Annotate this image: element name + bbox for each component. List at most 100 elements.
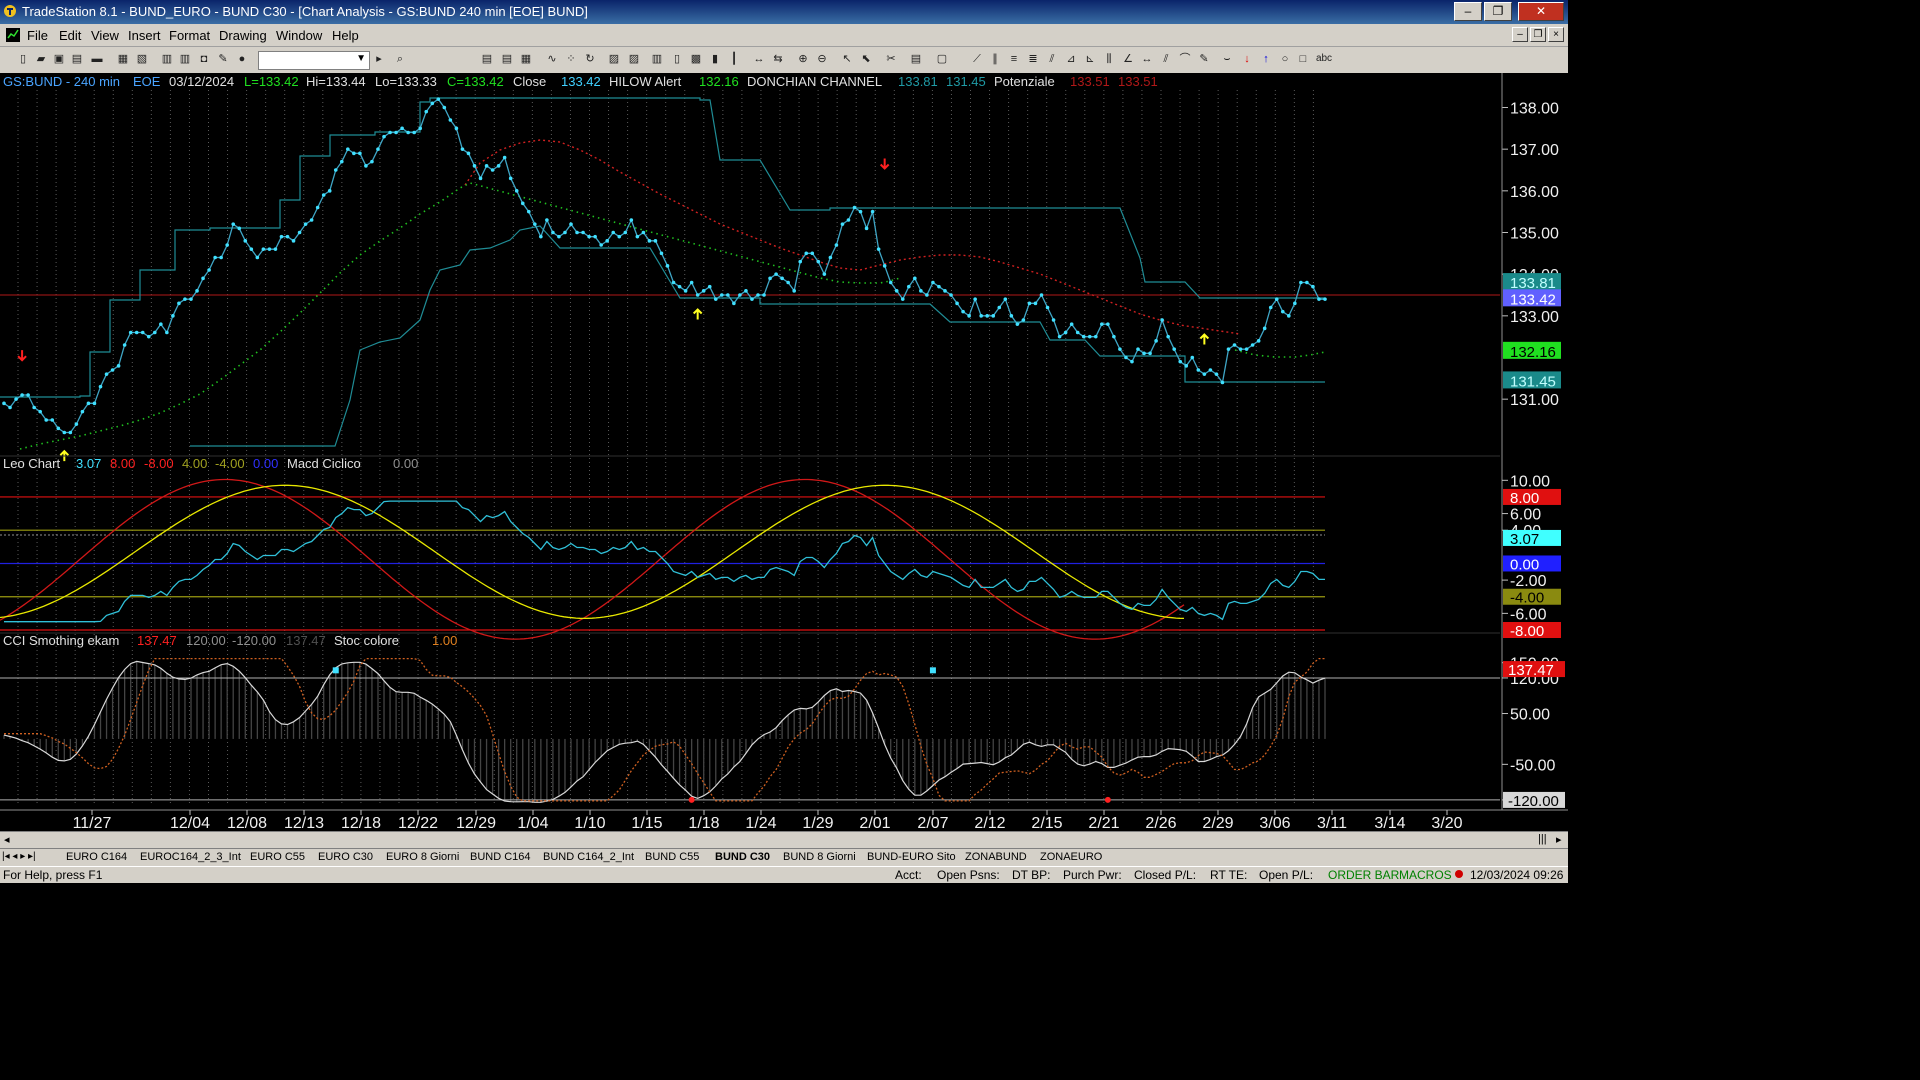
menu-edit[interactable]: Edit	[59, 28, 81, 43]
menu-help[interactable]: Help	[332, 28, 359, 43]
x-tick-label: 1/24	[745, 815, 776, 831]
scroll-right-icon[interactable]: ▸	[1556, 833, 1562, 846]
insert-indicator-icon[interactable]: ▨	[607, 52, 621, 66]
tab-bund-c55[interactable]: BUND C55	[645, 851, 699, 863]
status-open-pl: Open P/L:	[1259, 868, 1314, 882]
close-button[interactable]: ✕	[1518, 2, 1564, 21]
tab-euro-c55[interactable]: EURO C55	[250, 851, 305, 863]
status-order-bar[interactable]: ORDER BAR	[1328, 868, 1399, 882]
channel-icon[interactable]: ⫽	[1045, 52, 1059, 66]
chart-style-icon[interactable]: ▤	[480, 52, 494, 66]
angle-icon[interactable]: ∠	[1121, 52, 1135, 66]
menu-view[interactable]: View	[91, 28, 119, 43]
gann-icon[interactable]: ⊿	[1064, 52, 1078, 66]
close-point	[68, 430, 73, 435]
green-chart-icon[interactable]: ▩	[689, 52, 703, 66]
pen-icon[interactable]: ✎	[1197, 52, 1211, 66]
leo-value-2: 8.00	[110, 456, 135, 471]
open-icon[interactable]: ▰	[34, 52, 48, 66]
insert-strategy-icon[interactable]: ▨	[627, 52, 641, 66]
symbol-combo[interactable]: ▼	[258, 51, 370, 70]
pointer-icon[interactable]: ↖	[840, 52, 854, 66]
folder-icon[interactable]: ▬	[90, 52, 104, 66]
menu-file[interactable]: File	[27, 28, 48, 43]
window-title: TradeStation 8.1 - BUND_EURO - BUND C30 …	[22, 4, 588, 19]
tab-zonaeuro[interactable]: ZONAEURO	[1040, 851, 1102, 863]
tab-zonabund[interactable]: ZONABUND	[965, 851, 1027, 863]
horizontal-lines-icon[interactable]: ≡	[1007, 52, 1021, 66]
tab-euro-8-giorni[interactable]: EURO 8 Giorni	[386, 851, 459, 863]
scroll-thumb[interactable]: |||	[1538, 833, 1547, 845]
speed-lines-icon[interactable]: ⊾	[1083, 52, 1097, 66]
chart-data-icon[interactable]: ▤	[500, 52, 514, 66]
menu-window[interactable]: Window	[276, 28, 322, 43]
ellipse-icon[interactable]: ○	[1278, 52, 1292, 66]
table-icon[interactable]: ▦	[519, 52, 533, 66]
refresh-icon[interactable]: ↻	[583, 52, 597, 66]
chart-area[interactable]: 138.00137.00136.00135.00134.00133.00131.…	[0, 73, 1568, 831]
volume-icon[interactable]: ▮	[708, 52, 722, 66]
text-tool-icon[interactable]: abc	[1314, 52, 1334, 66]
parallel-icon[interactable]: ⫽	[1159, 52, 1173, 66]
minimize-button[interactable]: –	[1454, 2, 1482, 21]
tab-nav-icon[interactable]: |◂ ◂ ▸ ▸|	[2, 851, 36, 862]
window-cascade-icon[interactable]: ▥	[178, 52, 192, 66]
arc-icon[interactable]: ⌒	[1178, 52, 1192, 66]
arrow-up-icon[interactable]: ↑	[1259, 52, 1273, 66]
disabled-tool-icon[interactable]: ▢	[935, 52, 949, 66]
scroll-left-icon[interactable]: ◂	[4, 833, 10, 846]
tab-euro-c164[interactable]: EURO C164	[66, 851, 127, 863]
scatter-icon[interactable]: ⁘	[564, 52, 578, 66]
menu-drawing[interactable]: Drawing	[219, 28, 267, 43]
vertical-lines-icon[interactable]: ∥	[988, 52, 1002, 66]
tab-bund-c164-2-int[interactable]: BUND C164_2_Int	[543, 851, 634, 863]
trendline-icon[interactable]: ⟋	[970, 52, 984, 66]
curve-icon[interactable]: ⌣	[1220, 52, 1234, 66]
close-point	[1130, 359, 1134, 364]
tab-bund-euro-sito[interactable]: BUND-EURO Sito	[867, 851, 956, 863]
tick-icon[interactable]: ┃	[727, 52, 741, 66]
expand-icon[interactable]: ↔	[752, 52, 766, 66]
lock-icon[interactable]: ◘	[197, 52, 211, 66]
tab-bund-c164[interactable]: BUND C164	[470, 851, 531, 863]
candle-icon[interactable]: ▯	[670, 52, 684, 66]
arrow-down-icon[interactable]: ↓	[1240, 52, 1254, 66]
data-tip-icon[interactable]: ⬉	[859, 52, 873, 66]
color-icon[interactable]: ●	[235, 52, 249, 66]
andrews-icon[interactable]: ⫼	[1102, 52, 1116, 66]
status-macros[interactable]: MACROS	[1399, 868, 1452, 882]
tab-euro-c30[interactable]: EURO C30	[318, 851, 373, 863]
donchian-low-value: 131.45	[946, 74, 986, 89]
close-point	[189, 297, 193, 301]
bar-chart-icon[interactable]: ▥	[650, 52, 664, 66]
zoom-in-icon[interactable]: ⊕	[796, 52, 810, 66]
format-icon[interactable]: ✎	[216, 52, 230, 66]
go-arrow-icon[interactable]: ▸	[372, 52, 386, 66]
new-chart-icon[interactable]: ▤	[70, 52, 84, 66]
new-icon[interactable]: ▯	[16, 52, 30, 66]
maximize-button[interactable]: ❐	[1484, 2, 1512, 21]
mdi-close-button[interactable]: ×	[1548, 27, 1564, 42]
arrow-line-icon[interactable]: ↔	[1140, 52, 1154, 66]
mdi-minimize-button[interactable]: –	[1512, 27, 1528, 42]
menu-format[interactable]: Format	[169, 28, 210, 43]
tab-bund-8-giorni[interactable]: BUND 8 Giorni	[783, 851, 856, 863]
line-icon[interactable]: ∿	[545, 52, 559, 66]
new-window-icon[interactable]: ▣	[52, 52, 66, 66]
print-preview-icon[interactable]: ▧	[135, 52, 149, 66]
tab-bund-c30[interactable]: BUND C30	[715, 851, 770, 863]
fib-icon[interactable]: ≣	[1026, 52, 1040, 66]
print-icon[interactable]: ▦	[116, 52, 130, 66]
horizontal-scrollbar[interactable]: ◂ ||| ▸	[0, 831, 1568, 849]
menu-insert[interactable]: Insert	[128, 28, 161, 43]
mdi-restore-button[interactable]: ❐	[1530, 27, 1546, 42]
compress-icon[interactable]: ⇆	[771, 52, 785, 66]
rectangle-icon[interactable]: □	[1296, 52, 1310, 66]
window-tile-icon[interactable]: ▥	[160, 52, 174, 66]
tools-icon[interactable]: ✂	[884, 52, 898, 66]
find-icon[interactable]: ⌕	[393, 52, 407, 66]
zoom-out-icon[interactable]: ⊖	[815, 52, 829, 66]
close-point	[539, 234, 543, 239]
properties-icon[interactable]: ▤	[909, 52, 923, 66]
tab-euroc164-2-3-int[interactable]: EUROC164_2_3_Int	[140, 851, 241, 863]
